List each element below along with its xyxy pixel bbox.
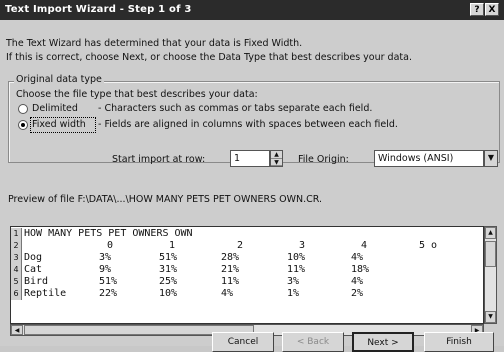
preview-cell: 0 [107,240,114,251]
file-origin-select[interactable]: Windows (ANSI) [374,150,484,167]
close-button[interactable]: X [485,3,499,16]
fixed-width-description: - Fields are aligned in columns with spa… [98,119,398,130]
row-number: 1 [11,228,22,240]
start-row-input[interactable]: 1 [230,150,270,167]
finish-button[interactable]: Finish [424,332,494,352]
row-number: 3 [11,252,22,264]
preview-cell: 4% [351,276,364,287]
cancel-button[interactable]: Cancel [212,332,274,352]
preview-cell: 4 [361,240,368,251]
spinner-up-icon[interactable]: ▲ [271,151,282,159]
preview-cell: 11% [221,276,240,287]
delimited-radio[interactable] [18,104,28,114]
file-type-prompt: Choose the file type that best describes… [16,89,258,100]
help-button[interactable]: ? [470,3,484,16]
preview-cell: Dog [24,252,43,263]
start-row-spinner[interactable]: ▲ ▼ [270,150,283,167]
window-title: Text Import Wizard - Step 1 of 3 [5,4,192,15]
preview-pane[interactable]: 1 HOW MANY PETS PET OWNERS OWN 2 0 1 2 3… [10,226,484,324]
preview-row: 2 0 1 2 3 4 5 o [11,240,481,252]
preview-cell: 21% [221,264,240,275]
preview-cell: 11% [287,264,306,275]
preview-cell: 1% [287,288,300,299]
preview-cell: Bird [24,276,49,287]
preview-cell: 10% [287,252,306,263]
vertical-scroll-thumb[interactable] [485,241,496,267]
preview-cell: 4% [351,252,364,263]
preview-cell: 3% [99,252,112,263]
preview-cell: 28% [221,252,240,263]
row-number: 4 [11,264,22,276]
preview-cell: 2% [351,288,364,299]
preview-cell: 5 o [419,240,438,251]
preview-cell: 9% [99,264,112,275]
preview-cell: 22% [99,288,118,299]
title-bar: Text Import Wizard - Step 1 of 3 ? X [0,0,504,20]
spinner-down-icon[interactable]: ▼ [271,159,282,166]
scroll-left-icon[interactable]: ◀ [11,325,23,335]
preview-cell: Reptile [24,288,67,299]
preview-cell: 4% [221,288,234,299]
fixed-width-radio[interactable] [18,120,28,130]
preview-row: 4 Cat 9% 31% 21% 11% 18% [11,264,481,276]
next-button[interactable]: Next > [352,332,414,352]
preview-cell: HOW MANY PETS PET OWNERS OWN [24,228,193,239]
scroll-up-icon[interactable]: ▲ [485,227,496,239]
preview-cell: 3 [299,240,306,251]
preview-cell: 3% [287,276,300,287]
intro-line-1: The Text Wizard has determined that your… [6,38,303,49]
text-import-wizard-window: Text Import Wizard - Step 1 of 3 ? X The… [0,0,504,352]
delimited-description: - Characters such as commas or tabs sepa… [98,103,373,114]
original-data-type-label: Original data type [14,74,104,85]
preview-cell: 25% [159,276,178,287]
preview-cell: 51% [159,252,178,263]
delimited-label[interactable]: Delimited [32,103,78,114]
fixed-width-label[interactable]: Fixed width [32,119,86,130]
preview-vertical-scrollbar[interactable]: ▲ ▼ [484,226,497,324]
preview-cell: 51% [99,276,118,287]
preview-row: 6 Reptile 22% 10% 4% 1% 2% [11,288,481,300]
preview-caption: Preview of file F:\DATA\...\HOW MANY PET… [8,194,323,205]
preview-cell: 2 [237,240,244,251]
scroll-down-icon[interactable]: ▼ [485,311,496,323]
preview-cell: Cat [24,264,43,275]
file-origin-label: File Origin: [298,154,349,165]
file-origin-dropdown-icon[interactable]: ▼ [484,150,498,167]
preview-row: 1 HOW MANY PETS PET OWNERS OWN [11,228,481,240]
row-number: 6 [11,288,22,300]
preview-cell: 1 [169,240,176,251]
preview-row: 5 Bird 51% 25% 11% 3% 4% [11,276,481,288]
preview-cell: 18% [351,264,370,275]
intro-line-2: If this is correct, choose Next, or choo… [6,52,412,63]
preview-cell: 10% [159,288,178,299]
row-number: 5 [11,276,22,288]
preview-row: 3 Dog 3% 51% 28% 10% 4% [11,252,481,264]
row-number: 2 [11,240,22,252]
start-row-label: Start import at row: [112,154,206,165]
back-button[interactable]: < Back [282,332,344,352]
preview-cell: 31% [159,264,178,275]
